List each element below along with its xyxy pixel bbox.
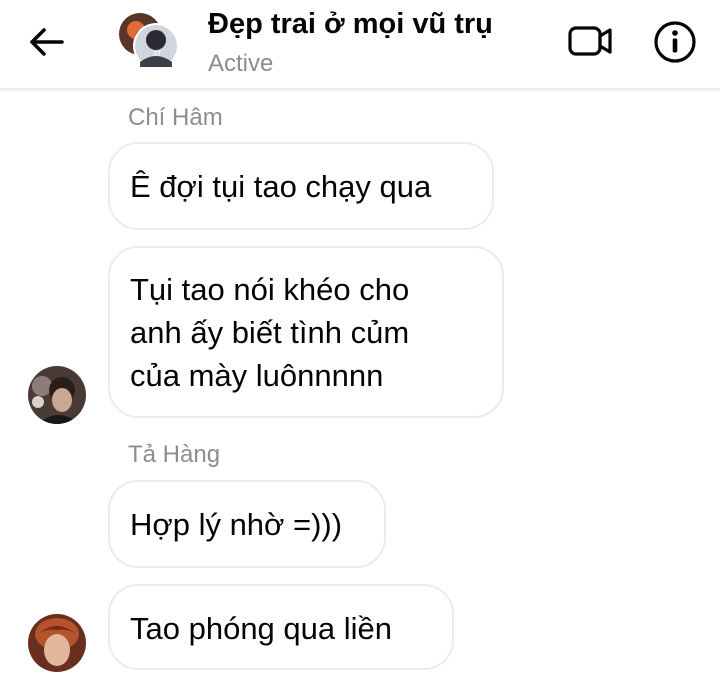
message-text: của mày luônnnnn [130,358,384,393]
conversation-title: Đẹp trai ở mọi vũ trụ [208,8,493,40]
message-bubble[interactable]: Tao phóng qua liền [108,584,454,670]
group-avatar-image: AT [119,13,179,69]
arrow-left-icon [30,28,64,56]
video-call-button[interactable] [566,22,616,60]
sender-avatar[interactable] [28,366,86,424]
back-button[interactable] [26,24,68,60]
video-camera-icon [568,26,612,56]
sender-name: Chí Hâm [128,104,223,131]
message-text: Hợp lý nhờ =))) [130,507,343,542]
sender-name: Tả Hàng [128,441,221,468]
group-avatar[interactable]: AT [116,10,180,70]
info-button[interactable] [652,19,698,65]
avatar-image [28,366,86,424]
info-icon [654,21,696,63]
avatar-image [28,614,86,672]
message-text: Ê đợi tụi tao chạy qua [130,169,432,204]
svg-text:AT: AT [153,51,162,58]
message-bubble[interactable]: Tụi tao nói khéo cho anh ấy biết tình củ… [108,246,504,418]
message-bubble[interactable]: Ê đợi tụi tao chạy qua [108,142,494,230]
sender-avatar[interactable] [28,614,86,672]
chat-header: AT Đẹp trai ở mọi vũ trụ Active [0,0,720,90]
message-text: Tụi tao nói khéo cho [130,272,410,307]
active-status: Active [208,50,274,77]
message-text: Tao phóng qua liền [130,611,393,646]
message-text: anh ấy biết tình củm [130,315,410,350]
message-bubble[interactable]: Hợp lý nhờ =))) [108,480,386,568]
